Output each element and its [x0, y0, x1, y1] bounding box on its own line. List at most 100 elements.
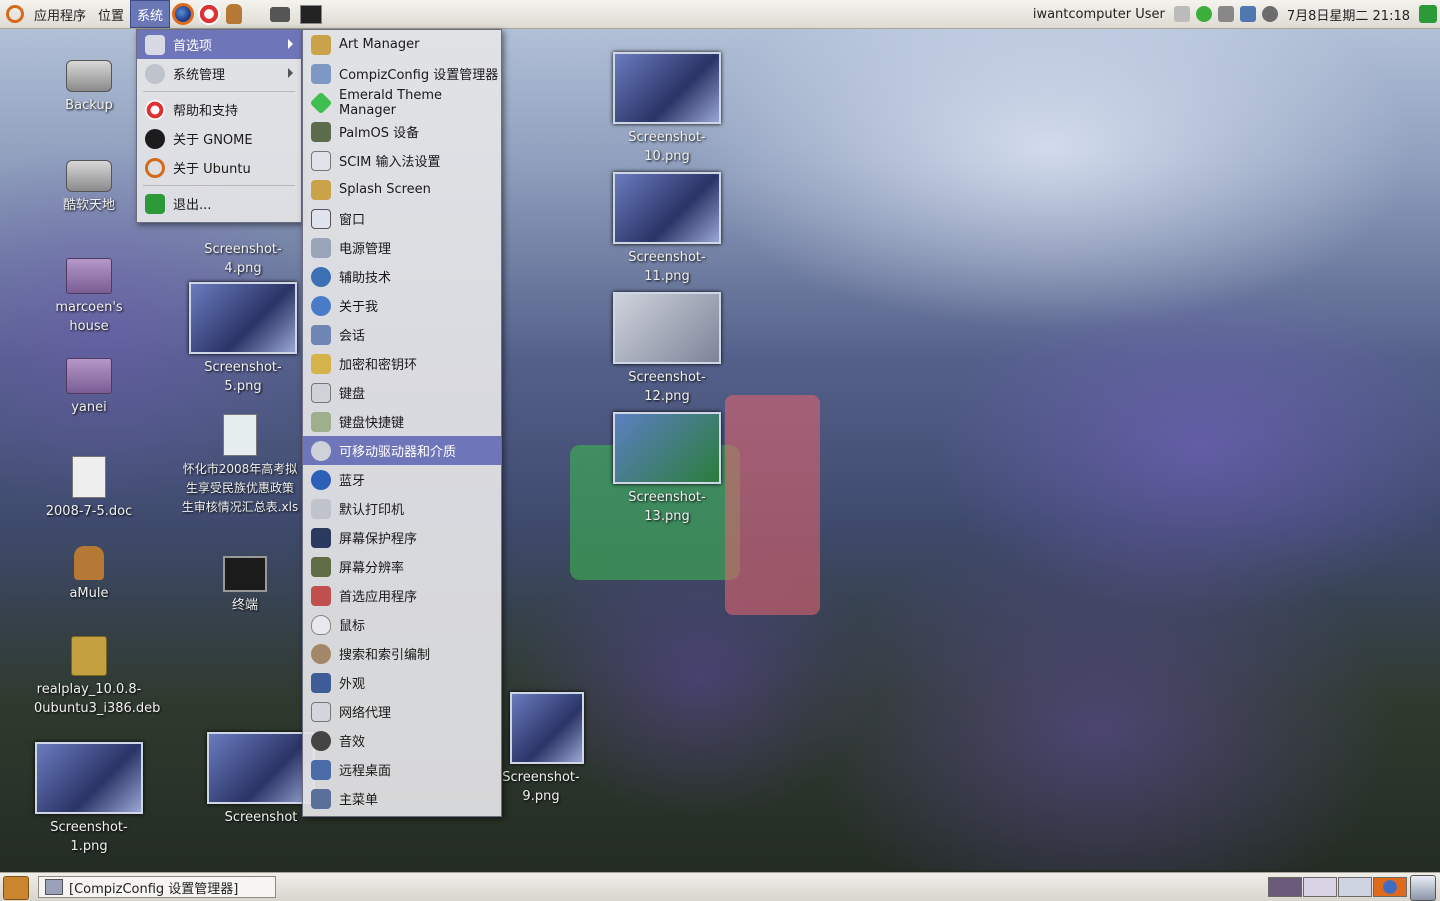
- menu-item-default-printer[interactable]: 默认打印机: [303, 494, 501, 523]
- terminal-launcher-icon[interactable]: [300, 4, 323, 24]
- clock[interactable]: 7月8日星期二 21:18: [1281, 0, 1416, 28]
- firefox-launcher-icon[interactable]: [172, 3, 195, 25]
- ubuntu-logo-icon[interactable]: [6, 5, 24, 23]
- bottom-panel: [CompizConfig 设置管理器]: [0, 872, 1440, 901]
- menu-item-remote-desktop[interactable]: 远程桌面: [303, 755, 501, 784]
- menu-separator: [143, 185, 295, 186]
- desktop-icon-terminal[interactable]: 终端: [190, 556, 300, 615]
- system-menu[interactable]: 系统: [130, 0, 171, 28]
- submenu-arrow-icon: [288, 39, 293, 49]
- desktop-icon-amule[interactable]: aMule: [34, 546, 144, 603]
- menu-item-scim[interactable]: SCIM 输入法设置: [303, 146, 501, 175]
- menu-item-power[interactable]: 电源管理: [303, 233, 501, 262]
- desktop-icon-backup[interactable]: Backup: [34, 60, 144, 115]
- screenshot-launcher-icon[interactable]: [270, 6, 291, 22]
- remote-desktop-icon: [311, 759, 331, 780]
- keyring-icon: [311, 353, 331, 374]
- image-thumbnail: [613, 412, 721, 484]
- menu-item-keyring[interactable]: 加密和密钥环: [303, 349, 501, 378]
- splash-icon: [311, 179, 331, 200]
- drive-icon: [66, 160, 112, 192]
- menu-item-search-indexing[interactable]: 搜索和索引编制: [303, 639, 501, 668]
- ubuntu-logo-icon: [145, 157, 165, 178]
- session-icon: [311, 324, 331, 345]
- desktop-icon-yanei[interactable]: yanei: [34, 358, 144, 417]
- menu-item-main-menu[interactable]: 主菜单: [303, 784, 501, 813]
- desktop-cube-face-red: [725, 395, 820, 615]
- menu-item-screensaver[interactable]: 屏幕保护程序: [303, 523, 501, 552]
- printer-tray-icon[interactable]: [1217, 6, 1234, 22]
- menu-item-administration[interactable]: 系统管理: [137, 59, 301, 88]
- places-menu[interactable]: 位置: [92, 0, 130, 28]
- desktop-icon-screenshot-4[interactable]: Screenshot-4.png: [188, 240, 298, 278]
- image-thumbnail: [613, 52, 721, 124]
- workspace-2[interactable]: [1303, 877, 1337, 897]
- desktop-icon-screenshot-1[interactable]: Screenshot-1.png: [34, 742, 144, 856]
- menu-item-art-manager[interactable]: Art Manager: [303, 30, 501, 59]
- menu-item-help[interactable]: 帮助和支持: [137, 95, 301, 124]
- menu-item-session[interactable]: 会话: [303, 320, 501, 349]
- administration-icon: [145, 63, 165, 84]
- folder-icon: [66, 358, 112, 394]
- desktop-icon-marcoen[interactable]: marcoen's house: [34, 258, 144, 336]
- menu-item-emerald[interactable]: Emerald Theme Manager: [303, 88, 501, 118]
- submenu-arrow-icon: [288, 68, 293, 78]
- desktop-icon-screenshot-9[interactable]: Screenshot-9.png: [486, 692, 596, 806]
- menu-item-appearance[interactable]: 外观: [303, 668, 501, 697]
- menu-item-keyboard[interactable]: 键盘: [303, 378, 501, 407]
- window-icon: [45, 879, 63, 895]
- preferences-submenu: Art Manager CompizConfig 设置管理器 Emerald T…: [302, 29, 502, 817]
- desktop-icon-kuruan[interactable]: 酷软天地: [34, 160, 144, 215]
- desktop-icon-screenshot-5[interactable]: Screenshot-5.png: [188, 282, 298, 396]
- bluetooth-icon: [311, 469, 331, 490]
- menu-item-quit[interactable]: 退出...: [137, 189, 301, 218]
- menu-item-keyboard-shortcuts[interactable]: 键盘快捷键: [303, 407, 501, 436]
- package-icon: [71, 636, 107, 676]
- menu-item-splash-screen[interactable]: Splash Screen: [303, 175, 501, 204]
- desktop-icon-screenshot-11[interactable]: Screenshot-11.png: [612, 172, 722, 286]
- user-switcher[interactable]: iwantcomputer User: [1027, 0, 1171, 28]
- menu-item-about-gnome[interactable]: 关于 GNOME: [137, 124, 301, 153]
- menu-item-about-me[interactable]: 关于我: [303, 291, 501, 320]
- workspace-1[interactable]: [1268, 877, 1302, 897]
- terminal-icon: [223, 556, 267, 592]
- quit-icon[interactable]: [1419, 5, 1437, 23]
- menu-item-sound[interactable]: 音效: [303, 726, 501, 755]
- network-icon[interactable]: [1239, 6, 1256, 22]
- amule-launcher-icon[interactable]: [226, 4, 243, 24]
- status-green-icon[interactable]: [1195, 6, 1212, 22]
- desktop-icon-xls[interactable]: 怀化市2008年高考拟 生享受民族优惠政策 生审核情况汇总表.xls: [176, 414, 304, 517]
- menu-item-bluetooth[interactable]: 蓝牙: [303, 465, 501, 494]
- trash-icon[interactable]: [1410, 875, 1436, 901]
- image-thumbnail: [613, 172, 721, 244]
- menu-item-accessibility[interactable]: 辅助技术: [303, 262, 501, 291]
- menu-item-mouse[interactable]: 鼠标: [303, 610, 501, 639]
- about-me-icon: [311, 295, 331, 316]
- desktop-icon-doc[interactable]: 2008-7-5.doc: [34, 456, 144, 521]
- workspace-4-firefox[interactable]: [1373, 877, 1407, 897]
- menu-item-network-proxy[interactable]: 网络代理: [303, 697, 501, 726]
- menu-item-preferences[interactable]: 首选项: [137, 30, 301, 59]
- workspace-3[interactable]: [1338, 877, 1372, 897]
- menu-item-resolution[interactable]: 屏幕分辨率: [303, 552, 501, 581]
- menu-item-about-ubuntu[interactable]: 关于 Ubuntu: [137, 153, 301, 182]
- scim-icon: [311, 150, 331, 171]
- show-desktop-icon[interactable]: [3, 876, 29, 900]
- menu-item-removable-media[interactable]: 可移动驱动器和介质: [303, 436, 501, 465]
- desktop-icon-realplay[interactable]: realplay_10.0.8- 0ubuntu3_i386.deb: [34, 636, 160, 718]
- help-launcher-icon[interactable]: [198, 3, 221, 25]
- menu-item-preferred-apps[interactable]: 首选应用程序: [303, 581, 501, 610]
- applications-menu[interactable]: 应用程序: [28, 0, 92, 28]
- menu-item-palmos[interactable]: PalmOS 设备: [303, 117, 501, 146]
- desktop-icon-screenshot-partial[interactable]: Screenshot: [206, 732, 316, 827]
- taskbar-window-button[interactable]: [CompizConfig 设置管理器]: [38, 876, 276, 898]
- gnome-foot-icon: [145, 128, 165, 149]
- menu-item-compizconfig[interactable]: CompizConfig 设置管理器: [303, 59, 501, 88]
- desktop-icon-screenshot-13[interactable]: Screenshot-13.png: [612, 412, 722, 526]
- desktop-icon-screenshot-10[interactable]: Screenshot-10.png: [612, 52, 722, 166]
- menu-item-window[interactable]: 窗口: [303, 204, 501, 233]
- volume-icon[interactable]: [1261, 6, 1278, 22]
- shortcuts-icon: [311, 411, 331, 432]
- keyboard-indicator-icon[interactable]: [1173, 6, 1190, 22]
- desktop-icon-screenshot-12[interactable]: Screenshot-12.png: [612, 292, 722, 406]
